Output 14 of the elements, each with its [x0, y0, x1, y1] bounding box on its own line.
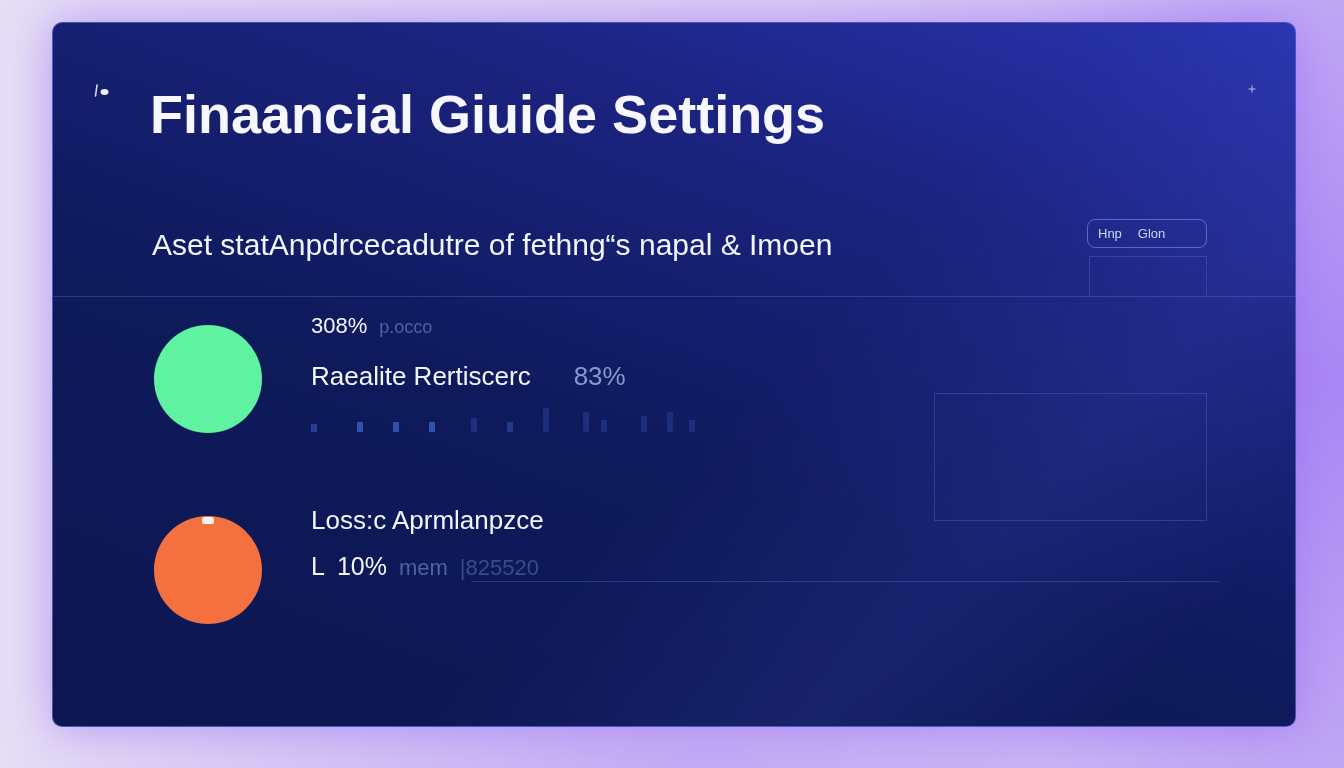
metric-text: p.occo — [379, 316, 433, 339]
subtitle-text: Aset statAnpdrcecadutre of fethng“s napal & Imoen — [152, 227, 833, 263]
metric-name: Raealite Rertiscerc — [311, 360, 531, 392]
sparkle-icon — [1247, 84, 1257, 94]
metric-name: Loss:c Aprmlanpzce — [311, 504, 544, 536]
metric-text: 10% — [336, 552, 387, 580]
page-title: Finaancial Giuide Settings — [150, 83, 826, 146]
metric-text: L — [311, 552, 325, 580]
metric-text: 83% — [573, 360, 626, 392]
pill-button[interactable]: Hnp — [1098, 226, 1122, 241]
pill-button[interactable]: Glon — [1137, 226, 1166, 241]
metric-caption: 308% — [311, 313, 368, 339]
note-icon — [94, 83, 109, 99]
metric-text: mem — [398, 554, 448, 582]
